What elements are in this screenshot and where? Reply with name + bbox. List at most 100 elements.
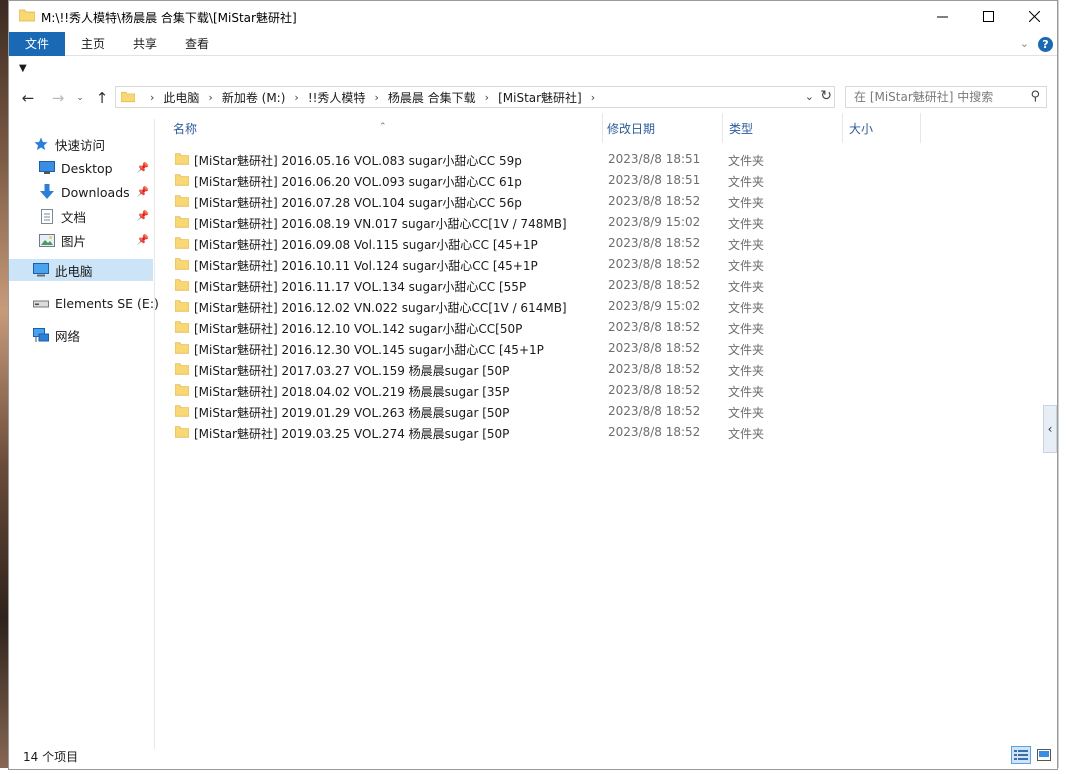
file-name: [MiStar魅研社] 2016.12.02 VN.022 sugar小甜心CC… <box>194 301 567 315</box>
drive-icon <box>33 295 49 311</box>
tab-file[interactable]: 文件 <box>9 32 65 56</box>
nav-item-documents[interactable]: 文档 📌 <box>9 205 153 227</box>
file-date: 2023/8/9 15:02 <box>608 299 701 313</box>
column-header-label: 类型 <box>729 122 754 136</box>
folder-icon <box>19 9 35 22</box>
navigation-pane: 快速访问 Desktop 📌 Downloads 📌 文档 📌 图片 📌 此电脑… <box>9 119 159 749</box>
chevron-down-icon[interactable]: ⌄ <box>1020 37 1029 50</box>
pin-icon[interactable]: 📌 <box>137 211 149 222</box>
file-type: 文件夹 <box>728 406 765 420</box>
nav-item-pictures[interactable]: 图片 📌 <box>9 229 153 251</box>
nav-item-network[interactable]: 网络 <box>9 324 153 346</box>
file-row[interactable]: [MiStar魅研社] 2019.01.29 VOL.263 杨晨晨sugar … <box>157 401 1043 422</box>
file-date: 2023/8/8 18:51 <box>608 152 701 166</box>
pin-icon[interactable]: 📌 <box>137 187 149 198</box>
file-date: 2023/8/8 18:52 <box>608 362 701 376</box>
breadcrumb-this-pc[interactable]: 此电脑 <box>163 89 199 106</box>
chevron-right-icon[interactable]: › <box>150 91 154 104</box>
nav-item-label: 此电脑 <box>55 263 93 279</box>
chevron-down-icon[interactable]: ⌄ <box>805 90 814 103</box>
file-list: 名称 ⌃ 修改日期 类型 大小 [MiStar魅研社] 2016.05.16 V… <box>157 113 1043 749</box>
file-date: 2023/8/9 15:02 <box>608 215 701 229</box>
minimize-button[interactable] <box>919 1 965 32</box>
folder-icon <box>121 91 135 103</box>
chevron-right-icon[interactable]: › <box>591 91 595 104</box>
details-view-icon <box>1014 750 1028 760</box>
file-date: 2023/8/8 18:52 <box>608 404 701 418</box>
nav-item-label: 快速访问 <box>55 137 106 153</box>
file-row[interactable]: [MiStar魅研社] 2016.08.19 VN.017 sugar小甜心CC… <box>157 212 1043 233</box>
sort-ascending-icon: ⌃ <box>379 122 387 132</box>
file-row[interactable]: [MiStar魅研社] 2016.12.10 VOL.142 sugar小甜心C… <box>157 317 1043 338</box>
file-name: [MiStar魅研社] 2016.05.16 VOL.083 sugar小甜心C… <box>194 154 522 168</box>
file-row[interactable]: [MiStar魅研社] 2018.04.02 VOL.219 杨晨晨sugar … <box>157 380 1043 401</box>
nav-item-label: Desktop <box>61 160 113 176</box>
file-type: 文件夹 <box>728 280 765 294</box>
recent-locations-icon[interactable]: ⌄ <box>69 88 91 108</box>
large-icons-view-button[interactable] <box>1035 746 1053 764</box>
explorer-window: M:\!!秀人模特\杨晨晨 合集下载\[MiStar魅研社] 文件 主页 共享 … <box>8 0 1058 770</box>
nav-item-label: 文档 <box>61 209 87 225</box>
file-row[interactable]: [MiStar魅研社] 2016.05.16 VOL.083 sugar小甜心C… <box>157 149 1043 170</box>
file-row[interactable]: [MiStar魅研社] 2017.03.27 VOL.159 杨晨晨sugar … <box>157 359 1043 380</box>
file-type: 文件夹 <box>728 196 765 210</box>
up-button[interactable]: ↑ <box>91 88 113 108</box>
details-view-button[interactable] <box>1011 746 1031 764</box>
file-row[interactable]: [MiStar魅研社] 2016.07.28 VOL.104 sugar小甜心C… <box>157 191 1043 212</box>
customize-toolbar-icon[interactable]: ▼ <box>19 63 27 74</box>
file-name: [MiStar魅研社] 2016.11.17 VOL.134 sugar小甜心C… <box>194 280 527 294</box>
nav-item-this-pc[interactable]: 此电脑 <box>9 259 153 281</box>
file-name: [MiStar魅研社] 2016.10.11 Vol.124 sugar小甜心C… <box>194 259 538 273</box>
breadcrumb-models[interactable]: !!秀人模特 <box>308 89 366 106</box>
chevron-left-icon[interactable]: ‹ <box>1043 405 1057 453</box>
nav-item-downloads[interactable]: Downloads 📌 <box>9 181 153 203</box>
file-row[interactable]: [MiStar魅研社] 2019.03.25 VOL.274 杨晨晨sugar … <box>157 422 1043 443</box>
folder-icon <box>175 363 189 375</box>
column-header-label: 大小 <box>849 122 874 136</box>
nav-item-elements-drive[interactable]: Elements SE (E:) <box>9 292 159 314</box>
folder-icon <box>175 195 189 207</box>
desktop-icon <box>39 160 55 176</box>
address-bar[interactable]: › 此电脑 › 新加卷 (M:) › !!秀人模特 › 杨晨晨 合集下载 › [… <box>115 86 835 108</box>
chevron-right-icon[interactable]: › <box>208 91 212 104</box>
tab-share[interactable]: 共享 <box>119 32 171 56</box>
document-icon <box>39 208 55 224</box>
file-date: 2023/8/8 18:52 <box>608 257 701 271</box>
close-button[interactable] <box>1011 1 1057 32</box>
column-header-type[interactable]: 类型 <box>723 113 843 143</box>
chevron-right-icon[interactable]: › <box>485 91 489 104</box>
file-row[interactable]: [MiStar魅研社] 2016.10.11 Vol.124 sugar小甜心C… <box>157 254 1043 275</box>
file-name: [MiStar魅研社] 2016.09.08 Vol.115 sugar小甜心C… <box>194 238 538 252</box>
breadcrumb-current[interactable]: [MiStar魅研社] <box>498 89 582 106</box>
breadcrumb-collection[interactable]: 杨晨晨 合集下载 <box>388 89 476 106</box>
pin-icon[interactable]: 📌 <box>137 235 149 246</box>
column-header-date[interactable]: 修改日期 <box>603 113 723 143</box>
column-header-size[interactable]: 大小 <box>843 113 921 143</box>
help-icon[interactable]: ? <box>1038 37 1053 52</box>
maximize-button[interactable] <box>965 1 1011 32</box>
file-row[interactable]: [MiStar魅研社] 2016.12.30 VOL.145 sugar小甜心C… <box>157 338 1043 359</box>
file-row[interactable]: [MiStar魅研社] 2016.09.08 Vol.115 sugar小甜心C… <box>157 233 1043 254</box>
back-button[interactable]: ← <box>17 88 39 108</box>
file-row[interactable]: [MiStar魅研社] 2016.11.17 VOL.134 sugar小甜心C… <box>157 275 1043 296</box>
tab-home[interactable]: 主页 <box>67 32 119 56</box>
nav-item-quick-access[interactable]: 快速访问 <box>9 133 153 155</box>
file-row[interactable]: [MiStar魅研社] 2016.06.20 VOL.093 sugar小甜心C… <box>157 170 1043 191</box>
search-input[interactable] <box>846 87 1021 107</box>
column-header-label: 名称 <box>173 122 198 136</box>
file-row[interactable]: [MiStar魅研社] 2016.12.02 VN.022 sugar小甜心CC… <box>157 296 1043 317</box>
chevron-right-icon[interactable]: › <box>374 91 378 104</box>
nav-item-desktop[interactable]: Desktop 📌 <box>9 157 153 179</box>
column-header-name[interactable]: 名称 ⌃ <box>157 113 603 143</box>
refresh-icon[interactable]: ↻ <box>820 88 832 104</box>
pin-icon[interactable]: 📌 <box>137 163 149 174</box>
ribbon-tabs: 文件 主页 共享 查看 ⌄ ? <box>9 32 1057 56</box>
chevron-right-icon[interactable]: › <box>294 91 298 104</box>
forward-button[interactable]: → <box>47 88 69 108</box>
file-type: 文件夹 <box>728 217 765 231</box>
search-icon[interactable]: ⚲ <box>1030 89 1040 104</box>
breadcrumb-drive[interactable]: 新加卷 (M:) <box>222 89 286 106</box>
search-box[interactable]: ⚲ <box>845 86 1047 108</box>
download-icon <box>39 184 55 200</box>
tab-view[interactable]: 查看 <box>171 32 223 56</box>
